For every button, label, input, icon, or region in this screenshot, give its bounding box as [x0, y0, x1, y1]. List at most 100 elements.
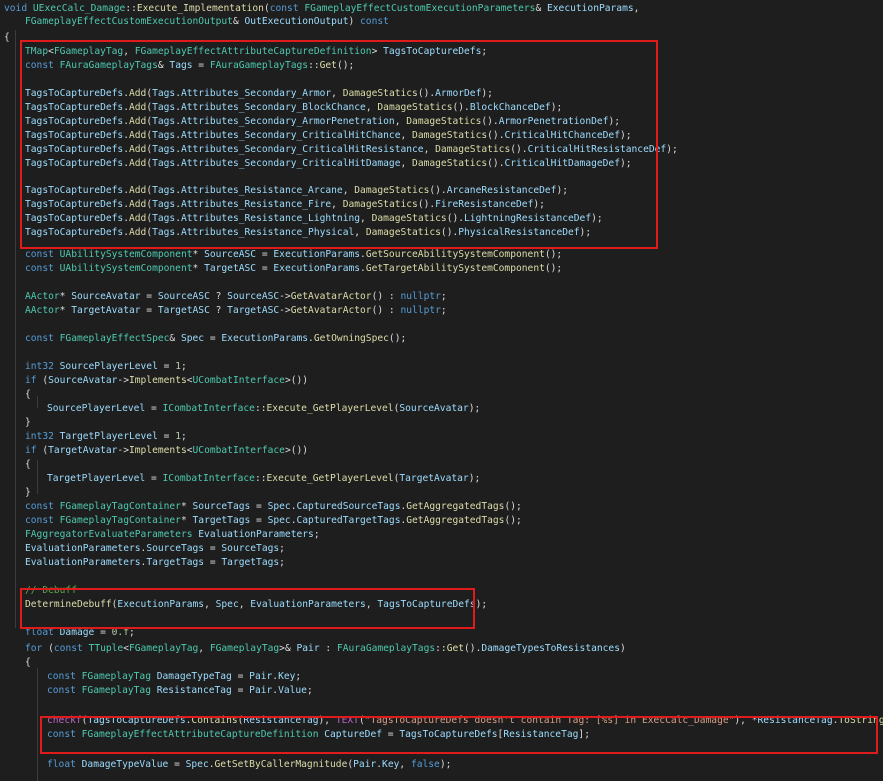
code-token: *: [192, 249, 205, 260]
code-token: GetAvatarActor: [290, 305, 372, 316]
code-token: :: [319, 643, 337, 654]
code-line[interactable]: const UAbilitySystemComponent* TargetASC…: [25, 262, 562, 276]
code-token: ?: [209, 305, 228, 316]
code-line[interactable]: {: [25, 388, 31, 402]
code-token: TargetTags: [146, 557, 205, 568]
code-token: Spec: [180, 333, 205, 344]
code-token: }: [25, 487, 31, 498]
code-line[interactable]: FGameplayEffectCustomExecutionOutput& Ou…: [25, 15, 389, 29]
code-token: =: [204, 557, 222, 568]
code-token: );: [468, 403, 481, 414]
code-token: =: [145, 403, 163, 414]
code-line[interactable]: const UAbilitySystemComponent* SourceASC…: [25, 248, 562, 262]
code-token: () :: [371, 291, 401, 302]
code-token: =: [231, 685, 250, 696]
code-token: FGameplayTag: [81, 671, 157, 682]
code-token: GetAggregatedTags: [406, 515, 505, 526]
code-token: ;: [279, 543, 285, 554]
code-token: const: [25, 515, 60, 526]
code-token: );: [439, 759, 452, 770]
code-token: =: [250, 501, 268, 512]
code-token: FAuraGameplayTags: [336, 643, 436, 654]
code-token: ();: [544, 263, 563, 274]
code-token: =: [204, 333, 222, 344]
code-token: ;: [313, 529, 320, 540]
code-token: nullptr: [400, 291, 441, 302]
code-line[interactable]: AActor* TargetAvatar = TargetASC ? Targe…: [25, 304, 447, 318]
indent-guide: [37, 396, 38, 408]
code-line[interactable]: EvaluationParameters.SourceTags = Source…: [25, 542, 285, 556]
code-line[interactable]: if (TargetAvatar->Implements<UCombatInte…: [25, 444, 308, 458]
code-line[interactable]: if (SourceAvatar->Implements<UCombatInte…: [25, 374, 308, 388]
code-token: OutExecutionOutput: [244, 16, 349, 27]
code-token: ExecutionParams: [273, 263, 361, 274]
code-token: SourceTags: [192, 501, 251, 512]
code-line[interactable]: {: [25, 458, 31, 472]
code-token: );: [666, 144, 678, 155]
code-token: ;: [180, 431, 187, 442]
code-token: FGameplayTag: [209, 643, 280, 654]
code-token: ExecutionParams: [221, 333, 309, 344]
code-editor[interactable]: void UExecCalc_Damage::Execute_Implement…: [0, 0, 883, 781]
code-token: ;: [306, 685, 313, 696]
code-token: SourceTags: [221, 543, 280, 554]
code-token: ;: [295, 671, 302, 682]
code-token: ResistanceTag: [156, 685, 232, 696]
code-line[interactable]: int32 TargetPlayerLevel = 1;: [25, 430, 187, 444]
code-token: if: [25, 375, 43, 386]
code-token: ;: [180, 361, 187, 372]
code-line[interactable]: SourcePlayerLevel = ICombatInterface::Ex…: [47, 402, 480, 416]
code-token: TTuple: [88, 643, 124, 654]
code-token: SourcePlayerLevel: [47, 403, 146, 414]
code-token: *: [180, 501, 193, 512]
code-line[interactable]: {: [4, 31, 10, 45]
capture-defs-highlight-box: [20, 40, 658, 249]
code-line[interactable]: float DamageTypeValue = Spec.GetSetByCal…: [47, 758, 451, 772]
code-line[interactable]: int32 SourcePlayerLevel = 1;: [25, 360, 187, 374]
code-token: const: [25, 263, 60, 274]
code-token: =: [145, 473, 163, 484]
code-line[interactable]: FAggregatorEvaluateParameters Evaluation…: [25, 528, 320, 542]
code-token: >()): [284, 375, 309, 386]
code-line[interactable]: AActor* SourceAvatar = SourceASC ? Sourc…: [25, 290, 447, 304]
code-line[interactable]: }: [25, 486, 31, 500]
code-token: DamageTypesToResistances: [481, 643, 620, 654]
code-token: CapturedTargetTags: [296, 515, 401, 526]
code-line[interactable]: const FGameplayEffectSpec& Spec = Execut…: [25, 332, 406, 346]
code-token: TargetASC: [227, 305, 280, 316]
code-line[interactable]: TargetPlayerLevel = ICombatInterface::Ex…: [47, 472, 480, 486]
code-line[interactable]: const FGameplayTag ResistanceTag = Pair.…: [47, 684, 313, 698]
debuff-highlight-box: [20, 588, 475, 629]
code-token: TargetAvatar: [48, 445, 118, 456]
code-token: const: [47, 685, 82, 696]
code-line[interactable]: }: [25, 416, 31, 430]
code-token: ();: [504, 501, 522, 512]
code-token: >()): [284, 445, 309, 456]
code-token: const: [25, 249, 60, 260]
code-token: Value: [278, 685, 307, 696]
code-line[interactable]: EvaluationParameters.TargetTags = Target…: [25, 556, 285, 570]
code-line[interactable]: void UExecCalc_Damage::Execute_Implement…: [4, 2, 639, 16]
code-token: FGameplayEffectCustomExecutionParameters: [304, 3, 536, 14]
code-token: GetSourceAbilitySystemComponent: [365, 249, 545, 260]
code-token: =: [256, 249, 274, 260]
code-token: &: [232, 16, 245, 27]
indent-guide: [37, 460, 38, 494]
code-line[interactable]: {: [25, 656, 31, 670]
code-token: SourceTags: [146, 543, 205, 554]
code-line[interactable]: const FGameplayTag DamageTypeTag = Pair.…: [47, 670, 301, 684]
code-token: =: [256, 263, 274, 274]
code-line[interactable]: const FGameplayTagContainer* TargetTags …: [25, 514, 522, 528]
code-token: DamageTypeTag: [156, 671, 232, 682]
code-token: TargetPlayerLevel: [47, 473, 146, 484]
code-token: const: [53, 643, 89, 654]
code-line[interactable]: for (const TTuple<FGameplayTag, FGamepla…: [25, 642, 626, 656]
code-token: UAbilitySystemComponent: [59, 263, 193, 274]
code-token: () :: [371, 305, 401, 316]
code-line[interactable]: const FGameplayTagContainer* SourceTags …: [25, 500, 522, 514]
code-token: ::: [254, 403, 267, 414]
code-token: GetAggregatedTags: [406, 501, 505, 512]
code-token: SourceASC: [204, 249, 257, 260]
code-token: =: [231, 671, 250, 682]
code-token: ,: [633, 3, 640, 14]
